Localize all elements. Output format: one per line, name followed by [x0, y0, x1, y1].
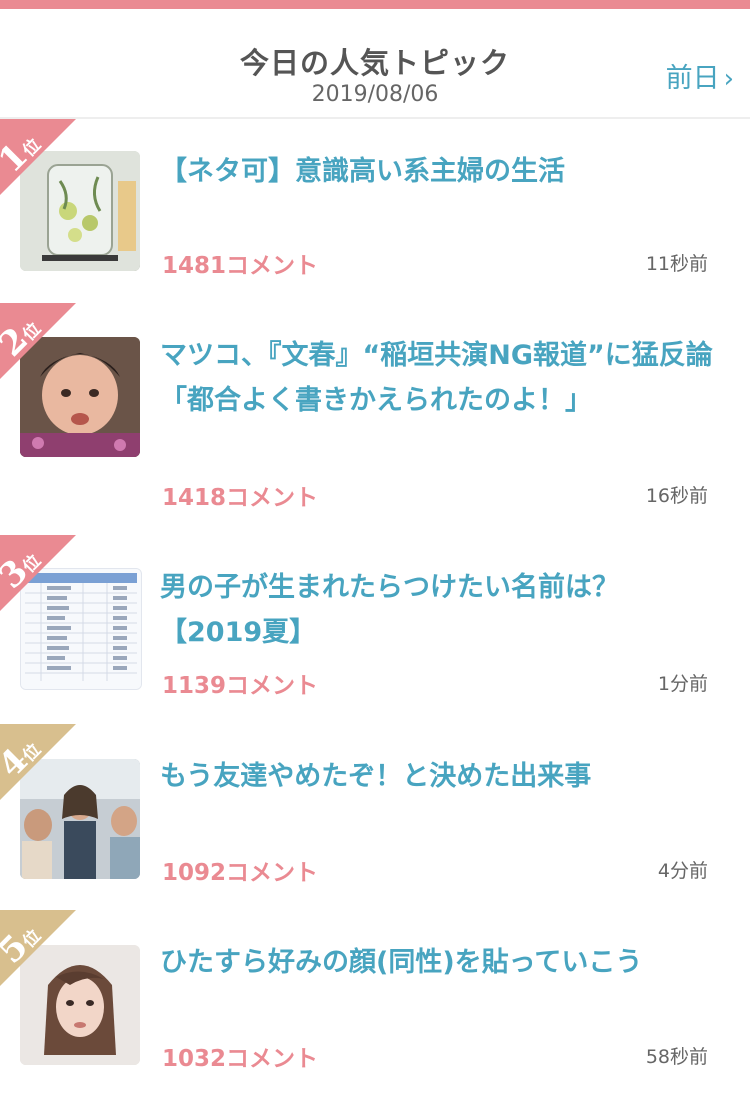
topic-title[interactable]: マツコ、『文春』“稲垣共演NG報道”に猛反論 「都合よく書きかえられたのよ！」 [160, 333, 720, 423]
comment-count: 1418コメント [162, 485, 319, 511]
chevron-right-icon: › [723, 64, 734, 94]
top-accent-bar [0, 0, 750, 9]
comment-count: 1032コメント [162, 1046, 319, 1072]
rank-badge: 5位 [0, 910, 76, 986]
elapsed-time: 1分前 [657, 673, 708, 695]
topic-title[interactable]: 男の子が生まれたらつけたい名前は？【2019夏】 [160, 565, 720, 655]
topic-row[interactable]: マツコ、『文春』“稲垣共演NG報道”に猛反論 「都合よく書きかえられたのよ！」 … [0, 303, 750, 537]
topic-title[interactable]: もう友達やめたぞ！と決めた出来事 [160, 754, 720, 799]
page-date: 2019/08/06 [311, 82, 439, 107]
previous-day-button[interactable]: 前日 › [666, 56, 734, 95]
rank-badge: 2位 [0, 303, 76, 379]
elapsed-time: 11秒前 [645, 253, 708, 275]
page-title: 今日の人気トピック [239, 46, 510, 80]
rank-badge: 3位 [0, 535, 76, 611]
topic-row[interactable]: もう友達やめたぞ！と決めた出来事 1092コメント 4分前 4位 [0, 724, 750, 912]
topic-title[interactable]: ひたすら好みの顔(同性)を貼っていこう [160, 940, 720, 985]
elapsed-time: 58秒前 [645, 1046, 708, 1068]
topic-row[interactable]: 男の子が生まれたらつけたい名前は？【2019夏】 1139コメント 1分前 3位 [0, 535, 750, 726]
rank-badge: 1位 [0, 119, 76, 195]
elapsed-time: 16秒前 [645, 485, 708, 507]
previous-day-label: 前日 [665, 63, 720, 94]
topic-row[interactable]: 【ネタ可】意識高い系主婦の生活 1481コメント 11秒前 1位 [0, 119, 750, 305]
page-header: 今日の人気トピック 2019/08/06 前日 › [0, 9, 750, 119]
topic-row[interactable]: ひたすら好みの顔(同性)を貼っていこう 1032コメント 58秒前 5位 [0, 910, 750, 1096]
rank-badge: 4位 [0, 724, 76, 800]
comment-count: 1481コメント [162, 253, 319, 279]
topic-title[interactable]: 【ネタ可】意識高い系主婦の生活 [160, 149, 720, 194]
comment-count: 1092コメント [162, 860, 319, 886]
elapsed-time: 4分前 [657, 860, 708, 882]
comment-count: 1139コメント [162, 673, 319, 699]
